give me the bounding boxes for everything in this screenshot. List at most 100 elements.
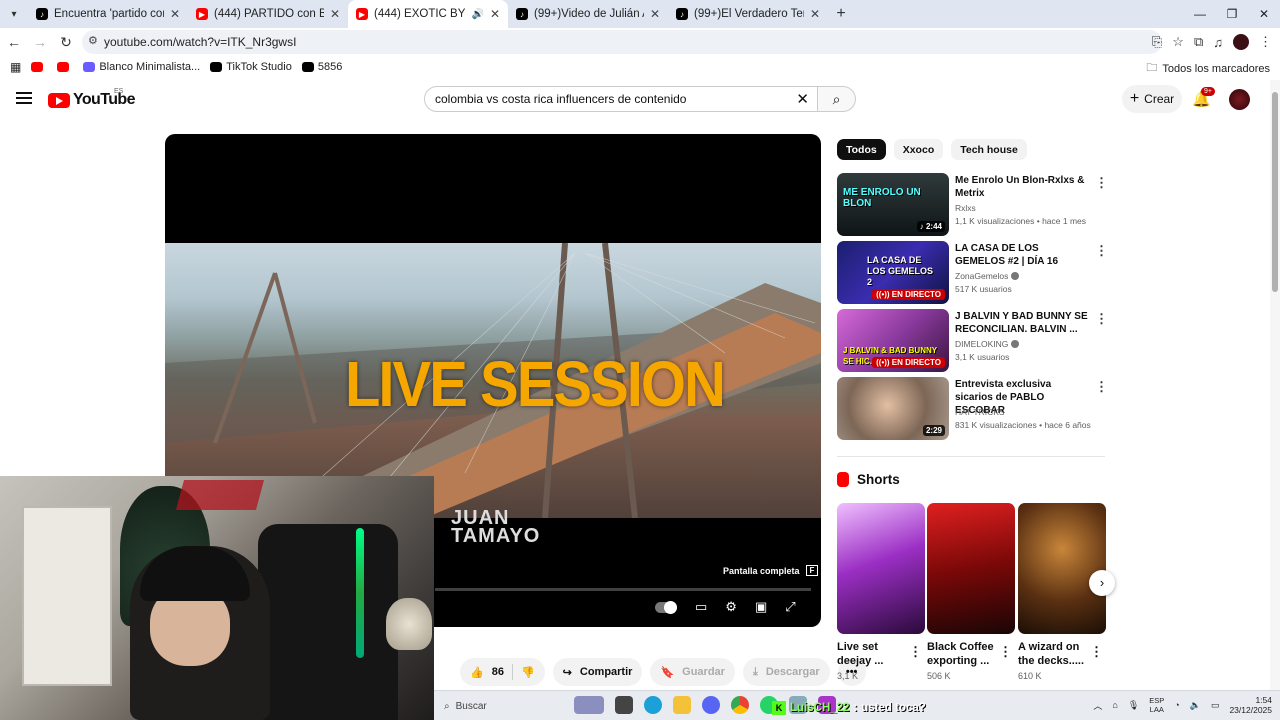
apps-grid-icon[interactable]: ▦ bbox=[10, 60, 21, 74]
browser-tab-2[interactable]: ▶ (444) PARTIDO con BENDICIÓN ✕ bbox=[188, 1, 348, 27]
short-thumbnail[interactable] bbox=[1018, 503, 1106, 634]
video-thumbnail[interactable]: LA CASA DE LOS GEMELOS 2 ((•)) EN DIRECT… bbox=[837, 241, 949, 304]
new-tab-button[interactable]: + bbox=[828, 5, 854, 23]
save-button[interactable]: 🔖 Guardar bbox=[650, 658, 735, 686]
tab-search-icon[interactable]: ▾ bbox=[0, 0, 28, 28]
all-bookmarks-button[interactable]: 🗀 Todos los marcadores bbox=[1146, 59, 1270, 78]
close-tab-icon[interactable]: ✕ bbox=[490, 7, 500, 21]
task-view-icon[interactable] bbox=[615, 696, 633, 714]
channel-name[interactable]: DIMELOKING bbox=[955, 339, 1095, 349]
microphone-icon[interactable]: 🎙 bbox=[1128, 700, 1139, 711]
site-info-icon[interactable]: ⚙ bbox=[88, 34, 98, 47]
recommendation-item[interactable]: LA CASA DE LOS GEMELOS 2 ((•)) EN DIRECT… bbox=[837, 241, 1108, 305]
page-scrollbar[interactable] bbox=[1270, 80, 1280, 690]
close-tab-icon[interactable]: ✕ bbox=[810, 7, 820, 21]
user-avatar[interactable] bbox=[1229, 89, 1250, 110]
file-explorer-icon[interactable] bbox=[673, 696, 691, 714]
network-icon[interactable]: ⌂ bbox=[1112, 700, 1117, 710]
more-vert-icon[interactable]: ⋮ bbox=[1095, 243, 1108, 259]
autoplay-toggle[interactable] bbox=[655, 600, 677, 614]
shorts-next-button[interactable]: › bbox=[1089, 570, 1115, 596]
short-thumbnail[interactable] bbox=[837, 503, 925, 634]
fullscreen-icon[interactable]: ⤢ bbox=[785, 599, 795, 615]
video-thumbnail[interactable]: ME ENROLO UN BLON ♪ 2:44 bbox=[837, 173, 949, 236]
short-title[interactable]: Live set deejay ... bbox=[837, 640, 915, 668]
thumbs-down-icon[interactable]: 👎 bbox=[521, 666, 535, 679]
bookmark-star-icon[interactable]: ☆ bbox=[1172, 34, 1184, 50]
edge-icon[interactable] bbox=[644, 696, 662, 714]
channel-name[interactable]: HAT TRICKS bbox=[955, 407, 1095, 417]
search-input[interactable]: colombia vs costa rica influencers de co… bbox=[424, 86, 818, 112]
taskbar-search[interactable]: ⌕ Buscar bbox=[438, 695, 568, 717]
short-title[interactable]: Black Coffee exporting ... bbox=[927, 640, 1005, 668]
youtube-logo[interactable]: YouTube ES bbox=[48, 88, 135, 109]
video-thumbnail[interactable]: J BALVIN & BAD BUNNY SE HIC... ((•)) EN … bbox=[837, 309, 949, 372]
download-button[interactable]: ⤓ Descargar bbox=[742, 658, 830, 686]
discord-icon[interactable] bbox=[702, 696, 720, 714]
search-button[interactable]: ⌕ bbox=[818, 86, 856, 112]
short-thumbnail[interactable] bbox=[927, 503, 1015, 634]
like-button[interactable]: 👍 86 👎 bbox=[460, 658, 545, 686]
close-tab-icon[interactable]: ✕ bbox=[650, 7, 660, 21]
more-vert-icon[interactable]: ⋮ bbox=[1095, 311, 1108, 327]
browser-tab-1[interactable]: ♪ Encuentra 'partido con bendicio ✕ bbox=[28, 1, 188, 27]
browser-menu-icon[interactable]: ⋮ bbox=[1259, 34, 1272, 50]
scrollbar-thumb[interactable] bbox=[1272, 92, 1278, 292]
chip-tech-house[interactable]: Tech house bbox=[951, 139, 1027, 160]
install-app-icon[interactable]: ⎘ bbox=[1152, 34, 1162, 50]
close-tab-icon[interactable]: ✕ bbox=[330, 7, 340, 21]
theater-mode-icon[interactable]: ▣ bbox=[755, 599, 767, 615]
bookmark-item[interactable]: Blanco Minimalista... bbox=[83, 61, 200, 73]
video-title[interactable]: LA CASA DE LOS GEMELOS #2 | DÍA 16 bbox=[955, 242, 1091, 268]
recommendation-item[interactable]: J BALVIN & BAD BUNNY SE HIC... ((•)) EN … bbox=[837, 309, 1108, 373]
video-title[interactable]: Me Enrolo Un Blon-Rxlxs & Metrix bbox=[955, 174, 1091, 200]
bookmark-item[interactable] bbox=[31, 62, 47, 72]
chip-xxoco[interactable]: Xxoco bbox=[893, 139, 944, 160]
recommendation-item[interactable]: ME ENROLO UN BLON ♪ 2:44 Me Enrolo Un Bl… bbox=[837, 173, 1108, 237]
settings-gear-icon[interactable]: ⚙ bbox=[725, 599, 737, 615]
browser-tab-3-active[interactable]: ▶ (444) EXOTIC BY JUAN TAM 🔊 ✕ bbox=[348, 0, 508, 28]
more-vert-icon[interactable]: ⋮ bbox=[909, 644, 922, 660]
media-control-icon[interactable]: ♫ bbox=[1213, 35, 1223, 50]
close-tab-icon[interactable]: ✕ bbox=[170, 7, 180, 21]
extensions-icon[interactable]: ⧉ bbox=[1194, 34, 1203, 50]
short-item[interactable]: Live set deejay ... 3,1 K ⋮ bbox=[837, 503, 925, 681]
clock[interactable]: 1:54 23/12/2025 bbox=[1229, 695, 1272, 715]
profile-avatar[interactable] bbox=[1233, 34, 1249, 50]
minimize-icon[interactable]: — bbox=[1184, 0, 1216, 28]
chevron-up-icon[interactable]: ︿ bbox=[1093, 699, 1102, 712]
browser-tab-4[interactable]: ♪ (99+)Video de Julián A. Barreto ✕ bbox=[508, 1, 668, 27]
language-indicator[interactable]: ESP LAA bbox=[1149, 696, 1164, 714]
subtitles-icon[interactable]: ▭ bbox=[695, 599, 707, 615]
more-vert-icon[interactable]: ⋮ bbox=[1095, 175, 1108, 191]
chrome-icon[interactable] bbox=[731, 696, 749, 714]
hamburger-menu-icon[interactable] bbox=[16, 92, 32, 107]
short-item[interactable]: Black Coffee exporting ... 506 K ⋮ bbox=[927, 503, 1015, 681]
speaker-icon[interactable]: 🔊 bbox=[471, 9, 483, 20]
forward-icon[interactable]: → bbox=[28, 34, 52, 50]
recommendation-item[interactable]: 2:29 Entrevista exclusiva sicarios de PA… bbox=[837, 377, 1108, 441]
back-icon[interactable]: ← bbox=[2, 34, 26, 50]
bookmark-item[interactable]: TikTok Studio bbox=[210, 61, 292, 73]
more-vert-icon[interactable]: ⋮ bbox=[999, 644, 1012, 660]
chip-todos[interactable]: Todos bbox=[837, 139, 886, 160]
restore-icon[interactable]: ❐ bbox=[1216, 0, 1248, 28]
bookmark-item[interactable]: 5856 bbox=[301, 61, 342, 73]
channel-name[interactable]: ZonaGemelos bbox=[955, 271, 1095, 281]
close-window-icon[interactable]: ✕ bbox=[1248, 0, 1280, 28]
battery-icon[interactable]: ▭ bbox=[1211, 700, 1220, 711]
notifications-button[interactable]: 🔔 9+ bbox=[1192, 87, 1215, 108]
url-field[interactable]: ⚙ youtube.com/watch?v=ITK_Nr3gwsI bbox=[82, 30, 1162, 54]
more-vert-icon[interactable]: ⋮ bbox=[1090, 644, 1103, 660]
channel-name[interactable]: Rxlxs bbox=[955, 203, 1095, 213]
progress-bar[interactable] bbox=[435, 588, 811, 591]
share-button[interactable]: ↪ Compartir bbox=[552, 658, 643, 686]
video-title[interactable]: J BALVIN Y BAD BUNNY SE RECONCILIAN. BAL… bbox=[955, 310, 1091, 336]
video-thumbnail[interactable]: 2:29 bbox=[837, 377, 949, 440]
volume-icon[interactable]: 🔈 bbox=[1190, 700, 1201, 711]
wifi-icon[interactable]: ◔ bbox=[1174, 700, 1179, 710]
bookmark-item[interactable] bbox=[57, 62, 73, 72]
short-title[interactable]: A wizard on the decks..... bbox=[1018, 640, 1096, 668]
reload-icon[interactable]: ↻ bbox=[54, 34, 78, 51]
create-button[interactable]: + Crear bbox=[1122, 85, 1182, 113]
